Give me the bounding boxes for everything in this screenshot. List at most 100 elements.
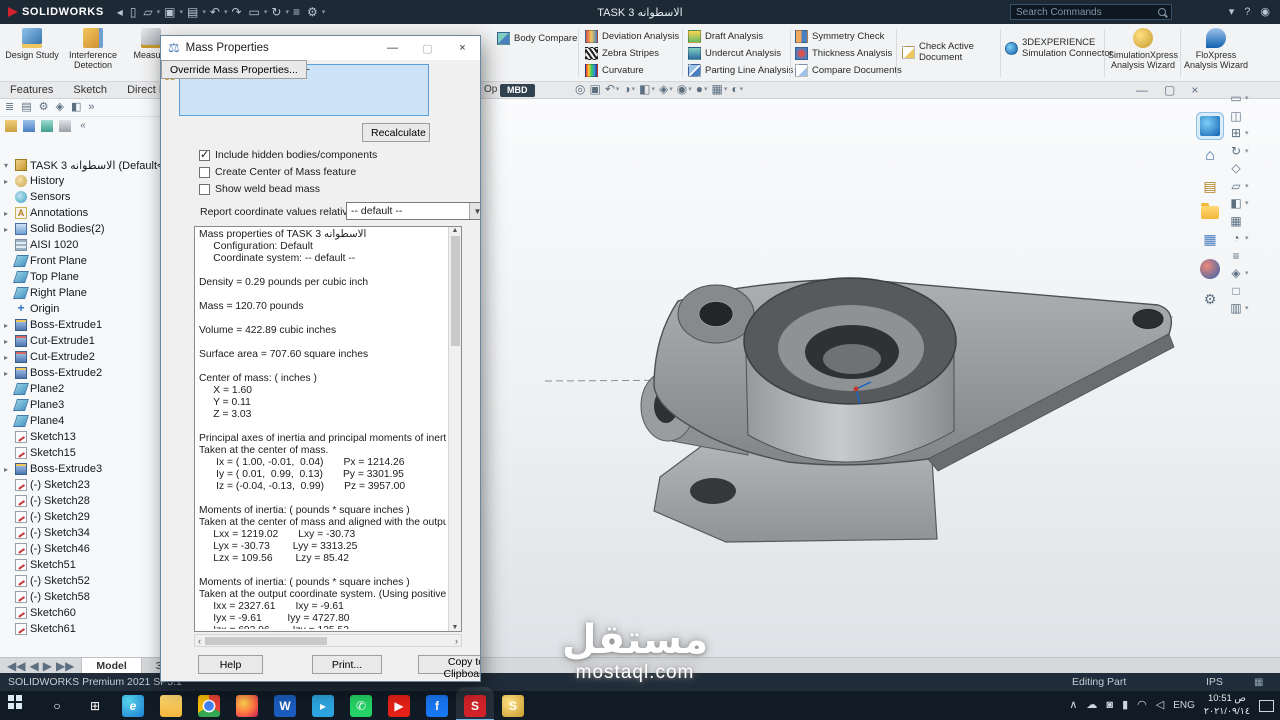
redo-icon[interactable]: ↷ — [228, 5, 244, 19]
collapse-pane-chevron-icon[interactable]: « — [77, 120, 89, 132]
dropdown-caret-icon[interactable]: ▾ — [740, 85, 744, 93]
tree-item[interactable]: ▸Boss-Extrude2 — [0, 365, 161, 381]
hide-show-items-icon[interactable]: ◉ — [677, 83, 687, 95]
dropdown-caret-icon[interactable]: ▾ — [202, 8, 206, 16]
floxpress-wizard-button[interactable]: FloXpress Analysis Wizard — [1184, 27, 1248, 71]
file-explorer-icon[interactable] — [1201, 206, 1219, 219]
window-close-icon[interactable]: × — [1191, 84, 1198, 96]
language-indicator[interactable]: ENG — [1173, 700, 1195, 711]
check-active-document-button[interactable]: Check Active Document — [902, 42, 994, 64]
tree-item[interactable]: ▸History — [0, 173, 161, 189]
tree-item[interactable]: Sketch51 — [0, 557, 161, 573]
viewport-tool-icon[interactable]: ↻ — [1228, 145, 1244, 157]
next-model-tab-icon[interactable]: ▶ — [43, 660, 52, 672]
feature-tree-tab-icon[interactable]: ≣ — [5, 102, 14, 113]
tab-features[interactable]: Features — [0, 84, 63, 96]
last-model-tab-icon[interactable]: ▶▶ — [56, 660, 74, 672]
window-minimize-icon[interactable]: — — [1136, 84, 1148, 96]
tab-overflow-chevron-icon[interactable]: » — [88, 102, 94, 113]
unit-system-badge[interactable]: IPS — [1206, 676, 1223, 688]
expand-arrow-icon[interactable]: ▸ — [4, 209, 12, 218]
tree-item[interactable]: (-) Sketch52 — [0, 573, 161, 589]
chrome-icon[interactable] — [198, 695, 220, 717]
dropdown-caret-icon[interactable]: ▾ — [669, 85, 673, 93]
tree-item[interactable]: ▸Annotations — [0, 205, 161, 221]
tree-options-icon[interactable] — [59, 120, 71, 132]
tree-filter-icon[interactable] — [5, 120, 17, 132]
dropdown-caret-icon[interactable]: ▾ — [1245, 182, 1249, 190]
tree-item[interactable]: (-) Sketch29 — [0, 509, 161, 525]
part-3d-model[interactable] — [540, 255, 1200, 580]
view-palette-icon[interactable]: ▦ — [1200, 229, 1220, 249]
whatsapp-icon[interactable]: ✆ — [350, 695, 372, 717]
tree-item[interactable]: AISI 1020 — [0, 237, 161, 253]
tab-sketch[interactable]: Sketch — [63, 84, 117, 96]
expand-arrow-icon[interactable]: ▾ — [4, 161, 12, 170]
body-compare-button[interactable]: Body Compare — [497, 32, 577, 45]
tab-mbd-badge[interactable]: MBD — [500, 84, 535, 97]
tree-item[interactable]: ▸Cut-Extrude2 — [0, 349, 161, 365]
3dexperience-icon[interactable] — [1200, 116, 1220, 136]
coordinate-system-dropdown[interactable]: -- default -- ▼ — [346, 202, 481, 220]
tree-item[interactable]: ▸Cut-Extrude1 — [0, 333, 161, 349]
solidworks-icon[interactable]: S — [464, 695, 486, 717]
view-orientation-icon[interactable]: ◧ — [639, 83, 650, 95]
expand-arrow-icon[interactable]: ▸ — [4, 369, 12, 378]
expand-arrow-icon[interactable]: ▸ — [4, 321, 12, 330]
show-flat-tree-icon[interactable] — [23, 120, 35, 132]
design-library-icon[interactable]: ▤ — [1200, 176, 1220, 196]
viewport-tool-icon[interactable]: ▭ — [1228, 92, 1244, 104]
model-tab[interactable]: Model — [81, 658, 141, 673]
appearances-icon[interactable] — [1200, 259, 1220, 279]
scroll-left-icon[interactable]: ‹ — [198, 636, 201, 646]
dropdown-caret-icon[interactable]: ▾ — [1245, 269, 1249, 277]
dropdown-caret-icon[interactable]: ▾ — [322, 8, 326, 16]
viewport-tool-icon[interactable]: ≡ — [1228, 250, 1244, 262]
include-hidden-bodies-checkbox[interactable]: Include hidden bodies/components — [199, 149, 377, 161]
recalculate-button[interactable]: Recalculate — [362, 123, 430, 142]
viewport-tool-icon[interactable]: ◇ — [1228, 162, 1244, 174]
help-button[interactable]: Help — [198, 655, 263, 674]
tree-item[interactable]: (-) Sketch46 — [0, 541, 161, 557]
tree-item[interactable]: ▸Solid Bodies(2) — [0, 221, 161, 237]
command-search-input[interactable]: Search Commands — [1010, 4, 1172, 20]
checkbox-icon[interactable] — [199, 150, 210, 161]
apply-scene-icon[interactable]: ▦ — [712, 83, 723, 95]
section-view-icon[interactable]: ◑ — [623, 83, 630, 95]
tree-item[interactable]: (-) Sketch34 — [0, 525, 161, 541]
scrollbar-thumb[interactable] — [451, 236, 460, 346]
viewport-tool-icon[interactable]: ⊞ — [1228, 127, 1244, 139]
viewport-tool-icon[interactable]: ◫ — [1228, 110, 1244, 122]
print-button[interactable]: Print... — [312, 655, 382, 674]
file-explorer-icon[interactable] — [160, 695, 182, 717]
expand-arrow-icon[interactable]: ▸ — [4, 353, 12, 362]
vertical-scrollbar[interactable]: ▲ ▼ — [448, 227, 461, 631]
dropdown-caret-icon[interactable]: ▾ — [157, 8, 161, 16]
viewport-tool-icon[interactable]: ◧ — [1228, 197, 1244, 209]
dropdown-caret-icon[interactable]: ▾ — [1245, 147, 1249, 155]
expand-arrow-icon[interactable]: ▸ — [4, 337, 12, 346]
tree-item[interactable]: Sketch15 — [0, 445, 161, 461]
dropdown-caret-icon[interactable]: ▾ — [1245, 234, 1249, 242]
dropdown-caret-icon[interactable]: ▾ — [616, 85, 620, 93]
design-study-button[interactable]: Design Study — [4, 27, 60, 60]
dropdown-caret-icon[interactable]: ▾ — [652, 85, 656, 93]
tree-item[interactable]: (-) Sketch28 — [0, 493, 161, 509]
taskbar-clock[interactable]: 10:51 ص ٢٠٢١/٠٩/١٤ — [1204, 693, 1250, 718]
user-account-icon[interactable]: ◉ — [1260, 7, 1270, 18]
zoom-fit-icon[interactable]: ◎ — [575, 83, 585, 95]
custom-properties-icon[interactable]: ⚙ — [1200, 289, 1220, 309]
interference-detection-button[interactable]: Interference Detection — [62, 27, 124, 71]
display-manager-tab-icon[interactable]: ◧ — [71, 102, 81, 113]
tree-item[interactable]: Sketch61 — [0, 621, 161, 637]
dropdown-caret-icon[interactable]: ▾ — [1245, 129, 1249, 137]
tree-item[interactable]: Sketch60 — [0, 605, 161, 621]
back-arrow-icon[interactable]: ◂ — [114, 5, 126, 19]
dropdown-caret-icon[interactable]: ▾ — [724, 85, 728, 93]
tree-item[interactable]: ▸Boss-Extrude1 — [0, 317, 161, 333]
scroll-right-icon[interactable]: › — [455, 636, 458, 646]
dropdown-caret-icon[interactable]: ▾ — [264, 8, 268, 16]
window-restore-icon[interactable]: ▢ — [1164, 84, 1175, 96]
save-icon[interactable]: ▣ — [161, 5, 178, 19]
zoom-area-icon[interactable]: ▣ — [589, 83, 600, 95]
